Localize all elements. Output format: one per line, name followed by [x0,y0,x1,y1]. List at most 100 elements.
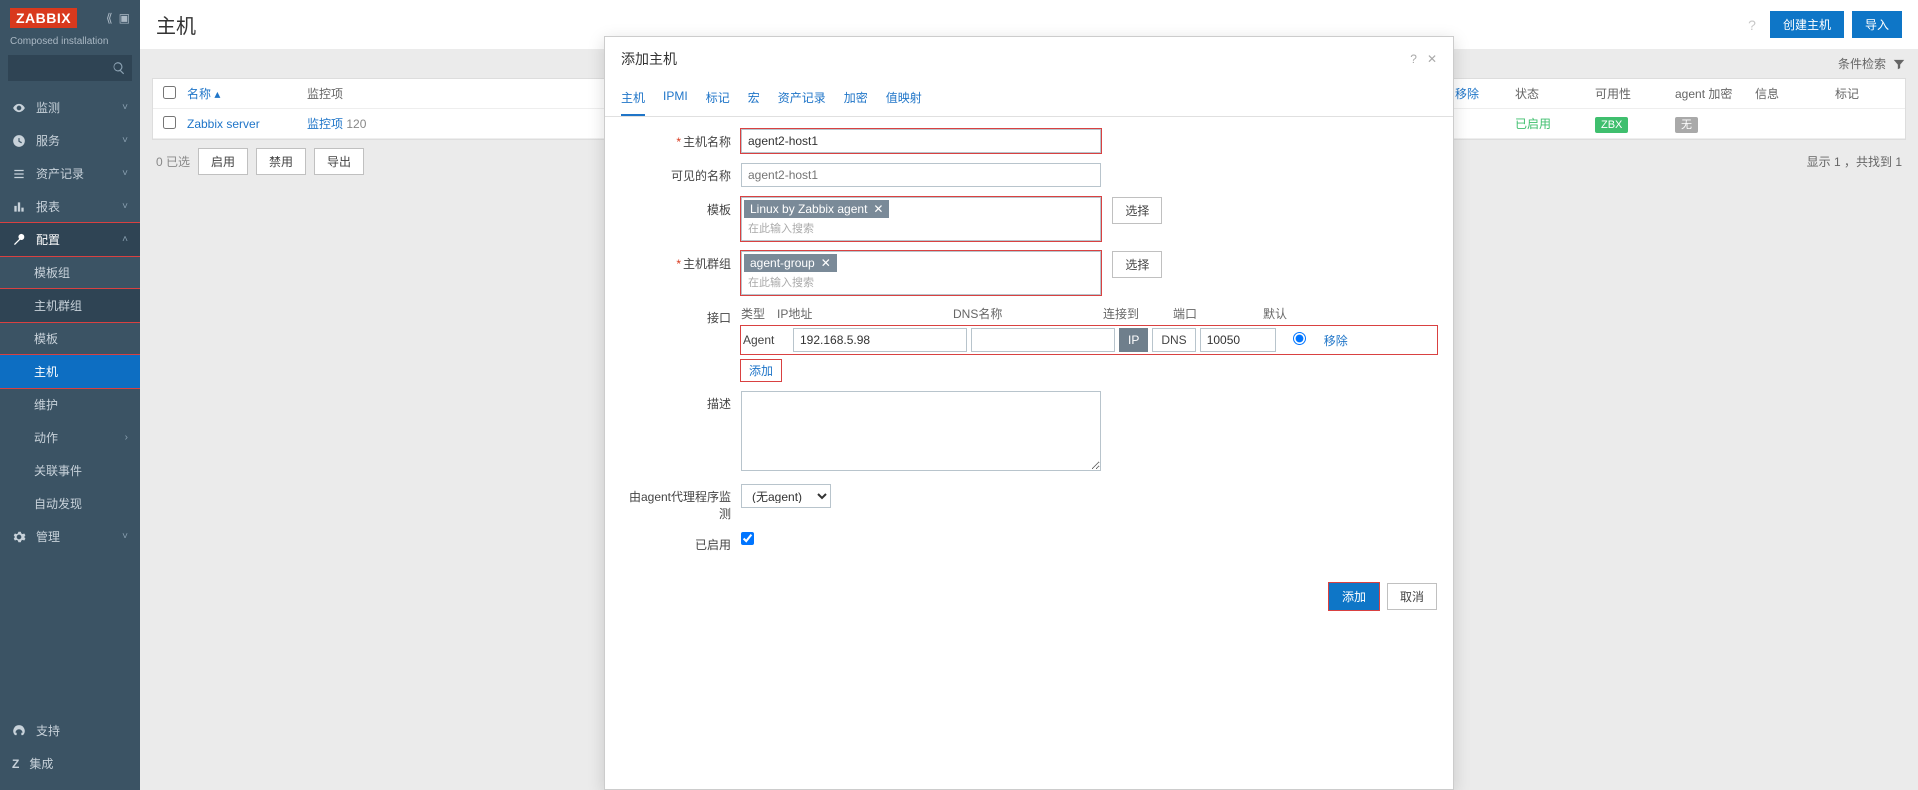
create-host-button[interactable]: 创建主机 [1770,11,1844,38]
template-field[interactable]: Linux by Zabbix agent✕ 在此输入搜索 [741,197,1101,241]
tab-tags[interactable]: 标记 [706,81,730,116]
logo-row: ZABBIX ⟪ ▣ [0,0,140,36]
nav-correlation[interactable]: 关联事件 [0,454,140,487]
nav-discovery[interactable]: 自动发现 [0,487,140,520]
enc-badge: 无 [1675,117,1698,133]
group-search[interactable]: 在此输入搜索 [744,272,1098,292]
collapse-icon[interactable]: ⟪ [106,11,113,25]
sidebar-search[interactable] [8,55,132,81]
import-button[interactable]: 导入 [1852,11,1902,38]
enable-button[interactable]: 启用 [198,148,248,175]
group-field[interactable]: agent-group✕ 在此输入搜索 [741,251,1101,295]
nav-integration[interactable]: Z 集成 [0,747,140,780]
nav-tplgroup[interactable]: 模板组 [0,256,140,289]
nav-report[interactable]: 报表˅ [0,190,140,223]
sidebar: ZABBIX ⟪ ▣ Composed installation 监测˅ 服务˅… [0,0,140,790]
nav: 监测˅ 服务˅ 资产记录˅ 报表˅ 配置˄ 模板组 主机群组 模板 主机 维护 … [0,91,140,553]
iface-ip-input[interactable] [793,328,967,352]
nav-monitor[interactable]: 监测˅ [0,91,140,124]
iface-type: Agent [743,333,789,347]
row-checkbox[interactable] [163,116,176,129]
selected-count: 0 已选 [156,153,190,170]
tab-macros[interactable]: 宏 [748,81,760,116]
disable-button[interactable]: 禁用 [256,148,306,175]
chevron-up-icon: ˄ [122,234,128,245]
main: 主机 ? 创建主机 导入 条件检索 名称 ▴ 监控项 移除 状态 可用性 age… [140,0,1918,790]
col-name[interactable]: 名称 ▴ [187,85,307,102]
modal-tabs: 主机 IPMI 标记 宏 资产记录 加密 值映射 [605,81,1453,117]
group-tag: agent-group✕ [744,254,837,272]
tab-valuemap[interactable]: 值映射 [886,81,922,116]
conn-ip-button[interactable]: IP [1119,328,1148,352]
close-icon[interactable]: ✕ [1427,52,1437,66]
group-select-button[interactable]: 选择 [1112,251,1162,278]
modal-footer: 添加 取消 [605,571,1453,622]
iface-default-radio[interactable] [1293,332,1306,345]
monitor-link[interactable]: 监控项 [307,117,343,131]
sort-asc-icon: ▴ [214,87,220,101]
iface-port-input[interactable] [1200,328,1276,352]
host-name-link[interactable]: Zabbix server [187,117,307,131]
nav-config[interactable]: 配置˄ [0,223,140,256]
help-icon[interactable]: ? [1748,17,1756,33]
filter-label[interactable]: 条件检索 [1838,55,1886,72]
tab-inventory[interactable]: 资产记录 [778,81,826,116]
template-search[interactable]: 在此输入搜索 [744,218,1098,238]
clock-icon [12,134,26,148]
modal-form: *主机名称 可见的名称 模板 Linux by Zabbix agent✕ 在此… [605,117,1453,571]
eye-icon [12,101,26,115]
add-host-modal: 添加主机 ? ✕ 主机 IPMI 标记 宏 资产记录 加密 值映射 *主机名称 [604,36,1454,790]
nav-template[interactable]: 模板 [0,322,140,355]
iface-remove-link[interactable]: 移除 [1324,332,1348,349]
template-select-button[interactable]: 选择 [1112,197,1162,224]
nav-hostgroup[interactable]: 主机群组 [0,289,140,322]
result-summary: 显示 1 ，共找到 1 [1807,153,1902,170]
export-button[interactable]: 导出 [314,148,364,175]
visiblename-input[interactable] [741,163,1101,187]
col-enc: agent 加密 [1675,85,1755,102]
nav-service[interactable]: 服务˅ [0,124,140,157]
iface-header: 类型 IP地址 DNS名称 连接到 端口 默认 [741,305,1437,322]
proxy-select[interactable]: (无agent) [741,484,831,508]
modal-title: 添加主机 [621,49,677,69]
add-iface-link[interactable]: 添加 [741,360,781,381]
col-avail: 可用性 [1595,85,1675,102]
nav-admin[interactable]: 管理˅ [0,520,140,553]
nav-asset[interactable]: 资产记录˅ [0,157,140,190]
remove-tag-icon[interactable]: ✕ [873,202,883,216]
nav-maintenance[interactable]: 维护 [0,388,140,421]
tab-ipmi[interactable]: IPMI [663,81,688,116]
description-textarea[interactable] [741,391,1101,471]
page-title: 主机 [156,10,196,39]
col-status: 状态 [1515,85,1595,102]
remove-link[interactable]: 移除 [1455,85,1515,102]
brand-logo: ZABBIX [10,8,77,28]
remove-tag-icon[interactable]: ✕ [821,256,831,270]
gear-icon [12,530,26,544]
modal-ok-button[interactable]: 添加 [1329,583,1379,610]
tab-encryption[interactable]: 加密 [844,81,868,116]
popout-icon[interactable]: ▣ [119,11,130,25]
chevron-down-icon: ˅ [122,102,128,113]
nav-action[interactable]: 动作› [0,421,140,454]
wrench-icon [12,233,26,247]
modal-help-icon[interactable]: ? [1410,52,1417,66]
select-all-checkbox[interactable] [163,86,176,99]
enabled-checkbox[interactable] [741,532,754,545]
iface-dns-input[interactable] [971,328,1115,352]
chart-icon [12,200,26,214]
modal-cancel-button[interactable]: 取消 [1387,583,1437,610]
conn-dns-button[interactable]: DNS [1152,328,1195,352]
tab-host[interactable]: 主机 [621,81,645,116]
nav-host[interactable]: 主机 [0,355,140,388]
install-label: Composed installation [0,36,140,55]
hostname-input[interactable] [741,129,1101,153]
status-badge: 已启用 [1515,117,1551,131]
nav-support[interactable]: 支持 [0,714,140,747]
iface-row: Agent IP DNS 移除 [741,326,1437,354]
col-monitor: 监控项 [307,85,427,102]
filter-icon[interactable] [1892,57,1906,71]
support-icon [12,724,26,738]
avail-badge: ZBX [1595,117,1628,133]
col-tag: 标记 [1835,85,1895,102]
